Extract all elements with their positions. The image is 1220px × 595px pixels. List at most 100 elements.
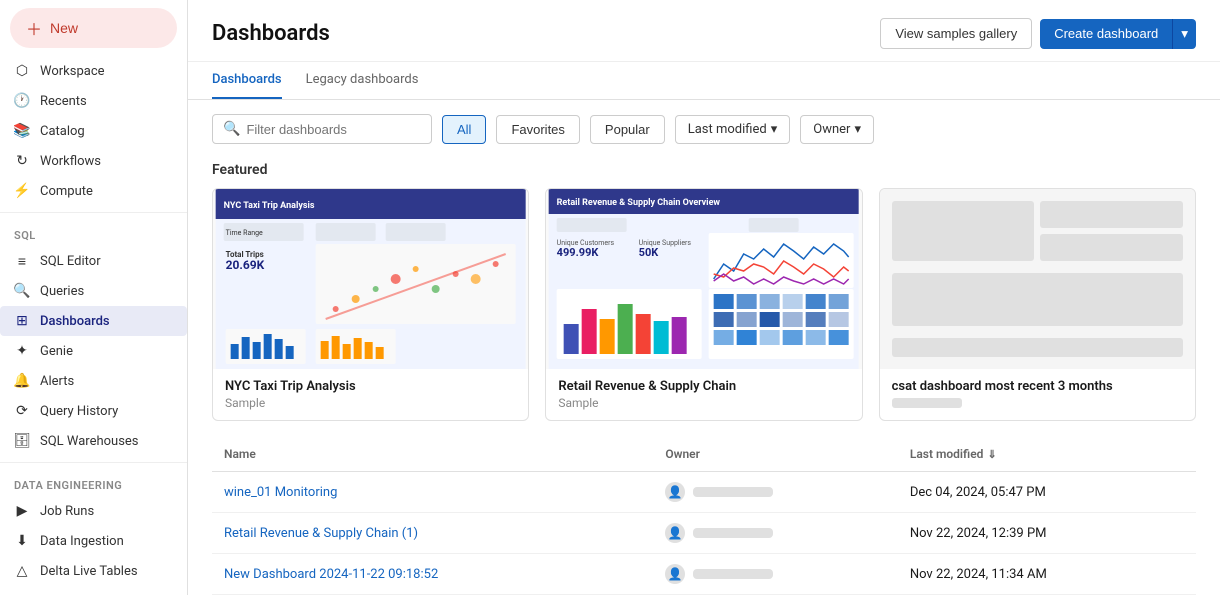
csat-box-3 — [1040, 234, 1183, 261]
sidebar-item-queries[interactable]: 🔍 Queries — [0, 276, 187, 306]
search-input[interactable] — [246, 122, 421, 137]
owner-name-placeholder-3 — [693, 569, 773, 579]
sidebar-divider-1 — [0, 212, 187, 213]
plus-icon: ＋ — [26, 16, 42, 40]
csat-card-subtitle — [892, 398, 962, 408]
tab-legacy-dashboards[interactable]: Legacy dashboards — [306, 62, 419, 99]
owner-avatar-3: 👤 — [665, 564, 685, 584]
table-header-row: Name Owner Last modified ⇓ — [212, 437, 1196, 472]
svg-text:499.99K: 499.99K — [557, 246, 600, 259]
svg-text:Retail Revenue & Supply Chain: Retail Revenue & Supply Chain Overview — [557, 198, 721, 208]
chevron-down-icon: ▾ — [771, 122, 778, 137]
sidebar-item-delta-live-tables[interactable]: △ Delta Live Tables — [0, 556, 187, 586]
alerts-icon: 🔔 — [14, 373, 30, 389]
row-3-owner-cell: 👤 — [653, 554, 898, 595]
row-2-name-link[interactable]: Retail Revenue & Supply Chain (1) — [224, 526, 418, 541]
table-section: Name Owner Last modified ⇓ — [188, 437, 1220, 595]
svg-text:50K: 50K — [639, 246, 660, 259]
col-name-header: Name — [212, 437, 653, 472]
row-3-name-cell: New Dashboard 2024-11-22 09:18:52 — [212, 554, 653, 595]
workspace-icon: ⬡ — [14, 63, 30, 79]
retail-thumbnail: Retail Revenue & Supply Chain Overview U… — [546, 189, 861, 369]
csat-card-info: csat dashboard most recent 3 months — [880, 369, 1195, 418]
last-modified-dropdown[interactable]: Last modified ▾ — [675, 115, 791, 144]
sidebar-item-query-history[interactable]: ⟳ Query History — [0, 396, 187, 426]
col-owner-header: Owner — [653, 437, 898, 472]
featured-card-retail[interactable]: Retail Revenue & Supply Chain Overview U… — [545, 188, 862, 421]
sidebar-item-data-ingestion[interactable]: ⬇ Data Ingestion — [0, 526, 187, 556]
sidebar-item-workspace[interactable]: ⬡ Workspace — [0, 56, 187, 86]
data-eng-section-label: Data Engineering — [0, 469, 187, 496]
row-2-name-cell: Retail Revenue & Supply Chain (1) — [212, 513, 653, 554]
featured-card-csat[interactable]: csat dashboard most recent 3 months — [879, 188, 1196, 421]
sidebar-item-dashboards[interactable]: ⊞ Dashboards — [0, 306, 187, 336]
csat-box-1 — [892, 201, 1035, 261]
table-row: New Dashboard 2024-11-22 09:18:52 👤 Nov … — [212, 554, 1196, 595]
dashboards-icon: ⊞ — [14, 313, 30, 329]
row-3-name-link[interactable]: New Dashboard 2024-11-22 09:18:52 — [224, 567, 438, 582]
featured-section-label: Featured — [188, 158, 1220, 188]
filter-popular-button[interactable]: Popular — [590, 115, 665, 144]
sidebar-item-sql-warehouses[interactable]: 🗄 SQL Warehouses — [0, 426, 187, 456]
row-1-name-cell: wine_01 Monitoring — [212, 472, 653, 513]
owner-name-placeholder-1 — [693, 487, 773, 497]
sidebar-item-catalog[interactable]: 📚 Catalog — [0, 116, 187, 146]
sort-icon: ⇓ — [987, 448, 996, 461]
row-2-owner-cell: 👤 — [653, 513, 898, 554]
sidebar-item-alerts[interactable]: 🔔 Alerts — [0, 366, 187, 396]
create-dashboard-button[interactable]: Create dashboard — [1040, 19, 1172, 49]
csat-thin-box — [892, 338, 1183, 357]
view-samples-gallery-button[interactable]: View samples gallery — [880, 18, 1032, 49]
retail-card-subtitle: Sample — [558, 396, 849, 410]
workflows-icon: ↻ — [14, 153, 30, 169]
sql-editor-icon: ≡ — [14, 253, 30, 269]
sidebar-item-job-runs[interactable]: ▶ Job Runs — [0, 496, 187, 526]
create-dashboard-caret-button[interactable]: ▾ — [1172, 19, 1196, 49]
owner-dropdown[interactable]: Owner ▾ — [800, 115, 874, 144]
sidebar-item-compute[interactable]: ⚡ Compute — [0, 176, 187, 206]
filters-bar: 🔍 All Favorites Popular Last modified ▾ … — [188, 100, 1220, 158]
table-row: Retail Revenue & Supply Chain (1) 👤 Nov … — [212, 513, 1196, 554]
owner-avatar-1: 👤 — [665, 482, 685, 502]
new-button[interactable]: ＋ New — [10, 8, 177, 48]
filter-all-button[interactable]: All — [442, 115, 486, 144]
sidebar-item-sql-editor[interactable]: ≡ SQL Editor — [0, 246, 187, 276]
retail-card-title: Retail Revenue & Supply Chain — [558, 379, 849, 394]
col-last-modified-header[interactable]: Last modified ⇓ — [898, 437, 1196, 472]
job-runs-icon: ▶ — [14, 503, 30, 519]
delta-live-tables-icon: △ — [14, 563, 30, 579]
caret-down-icon: ▾ — [1181, 26, 1188, 41]
nyc-card-subtitle: Sample — [225, 396, 516, 410]
sql-warehouses-icon: 🗄 — [14, 433, 30, 449]
csat-wide-box — [892, 273, 1183, 326]
tab-dashboards[interactable]: Dashboards — [212, 62, 282, 99]
row-1-name-link[interactable]: wine_01 Monitoring — [224, 485, 337, 500]
sidebar-divider-2 — [0, 462, 187, 463]
search-icon: 🔍 — [223, 121, 240, 137]
sidebar-item-genie[interactable]: ✦ Genie — [0, 336, 187, 366]
row-1-modified-cell: Dec 04, 2024, 05:47 PM — [898, 472, 1196, 513]
chevron-down-icon-2: ▾ — [854, 122, 861, 137]
svg-text:20.69K: 20.69K — [226, 258, 265, 272]
csat-box-2 — [1040, 201, 1183, 228]
sql-section-label: SQL — [0, 219, 187, 246]
svg-text:Time Range: Time Range — [226, 229, 263, 237]
filter-favorites-button[interactable]: Favorites — [496, 115, 579, 144]
nyc-card-info: NYC Taxi Trip Analysis Sample — [213, 369, 528, 420]
row-2-modified-cell: Nov 22, 2024, 12:39 PM — [898, 513, 1196, 554]
row-3-modified-cell: Nov 22, 2024, 11:34 AM — [898, 554, 1196, 595]
dashboards-table: Name Owner Last modified ⇓ — [212, 437, 1196, 595]
owner-name-placeholder-2 — [693, 528, 773, 538]
sidebar: ＋ New ⬡ Workspace 🕐 Recents 📚 Catalog ↻ … — [0, 0, 188, 595]
svg-text:NYC Taxi Trip Analysis: NYC Taxi Trip Analysis — [224, 201, 315, 211]
data-ingestion-icon: ⬇ — [14, 533, 30, 549]
retail-card-info: Retail Revenue & Supply Chain Sample — [546, 369, 861, 420]
search-box[interactable]: 🔍 — [212, 114, 432, 144]
main-header: Dashboards View samples gallery Create d… — [188, 0, 1220, 62]
sidebar-item-workflows[interactable]: ↻ Workflows — [0, 146, 187, 176]
csat-thumbnail — [880, 189, 1195, 369]
featured-card-nyc[interactable]: NYC Taxi Trip Analysis Time Range Total … — [212, 188, 529, 421]
create-dashboard-group: Create dashboard ▾ — [1040, 19, 1196, 49]
sidebar-item-recents[interactable]: 🕐 Recents — [0, 86, 187, 116]
csat-card-title: csat dashboard most recent 3 months — [892, 379, 1183, 394]
